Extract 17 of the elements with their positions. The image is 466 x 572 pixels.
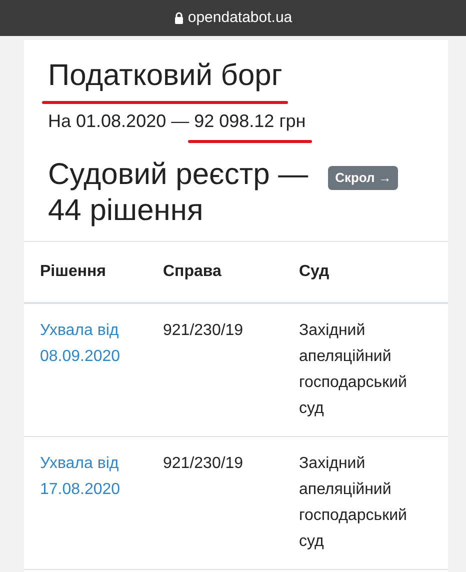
case-number: 921/230/19	[163, 454, 244, 474]
scroll-badge[interactable]: Скрол →	[328, 166, 398, 190]
case-number: 921/230/19	[163, 321, 244, 341]
column-header: Суд	[299, 262, 330, 282]
decision-link[interactable]: Ухвала від 17.08.2020	[40, 451, 163, 555]
court-name: Західний апеляційний господарський суд	[299, 454, 408, 552]
decision-link[interactable]: Ухвала від 08.09.2020	[40, 318, 163, 422]
url-text[interactable]: opendatabot.ua	[188, 6, 292, 30]
decision-count: 44 рішення	[48, 193, 204, 229]
registry-heading: Судовий реєстр —	[48, 157, 308, 193]
debt-amount: 92 098.12 грн	[194, 108, 306, 135]
debt-title: Податковий борг	[48, 56, 282, 96]
column-header: Справа	[163, 262, 222, 282]
court-name: Західний апеляційний господарський суд	[299, 321, 408, 419]
debt-date: На 01.08.2020 —	[48, 110, 190, 133]
column-header: Рішення	[40, 262, 108, 282]
lock-icon	[174, 12, 184, 24]
